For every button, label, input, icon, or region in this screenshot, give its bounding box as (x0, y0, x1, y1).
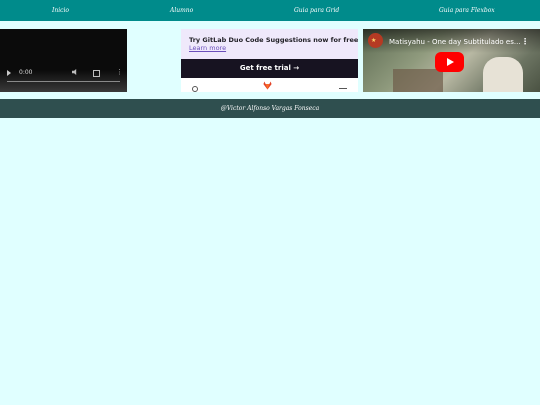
gitlab-ad-frame: Try GitLab Duo Code Suggestions now for … (181, 29, 358, 92)
nav-link-alumno[interactable]: Alumno (170, 7, 193, 15)
video-thumbnail-figure (483, 57, 523, 92)
page-footer: @Victor Alfonso Vargas Fonseca (0, 99, 540, 118)
video-time: 0:00 (19, 69, 33, 76)
youtube-play-button[interactable] (435, 52, 464, 72)
menu-icon[interactable] (339, 88, 347, 89)
top-navigation-bar: Inicio Alumno Guia para Grid Guia para F… (0, 0, 540, 21)
video-progress-bar[interactable] (7, 81, 120, 82)
play-icon[interactable] (7, 70, 11, 76)
video-thumbnail-figure (393, 69, 443, 92)
get-free-trial-button[interactable]: Get free trial → (181, 59, 358, 78)
channel-logo-icon: ★ (371, 37, 377, 44)
nav-link-guia-grid[interactable]: Guia para Grid (294, 7, 339, 15)
ad-learn-more-link[interactable]: Learn more (189, 44, 226, 52)
nav-link-guia-flexbox[interactable]: Guia para Flexbox (439, 7, 495, 15)
youtube-more-icon[interactable]: ⋮ (521, 37, 529, 46)
youtube-embed[interactable]: ★ Matisyahu - One day Subtitulado es... … (363, 29, 540, 92)
ad-promo-banner: Try GitLab Duo Code Suggestions now for … (181, 29, 358, 59)
gitlab-logo-icon (263, 81, 272, 90)
footer-credit: @Victor Alfonso Vargas Fonseca (220, 105, 320, 112)
ad-promo-title: Try GitLab Duo Code Suggestions now for … (189, 36, 358, 44)
video-player[interactable]: 0:00 ⋮ (0, 29, 127, 92)
more-options-icon[interactable]: ⋮ (116, 68, 123, 76)
nav-link-inicio[interactable]: Inicio (52, 7, 69, 15)
play-icon (447, 58, 454, 66)
youtube-video-title[interactable]: Matisyahu - One day Subtitulado es... (389, 38, 521, 47)
channel-avatar[interactable]: ★ (368, 33, 383, 48)
fullscreen-icon[interactable] (93, 70, 100, 77)
search-icon[interactable] (192, 86, 198, 92)
